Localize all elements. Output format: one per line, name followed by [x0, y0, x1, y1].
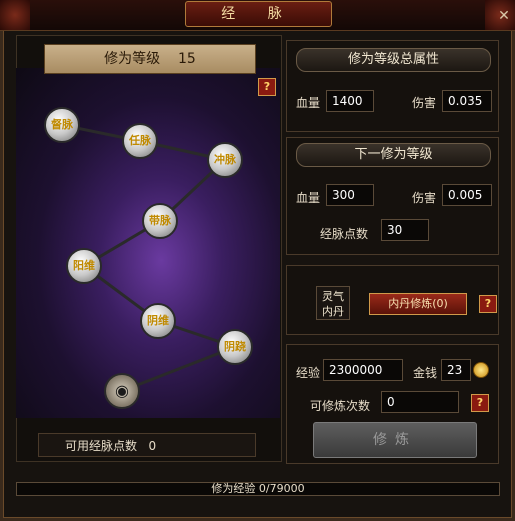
next-hp-label: 血量: [296, 191, 321, 205]
available-points-value: 0: [148, 439, 157, 453]
total-hp-label: 血量: [296, 96, 321, 110]
exp-cost-value: 2300000: [323, 359, 403, 381]
neidan-cultivate-button[interactable]: 内丹修炼(0): [369, 293, 467, 315]
available-points-label: 可用经脉点数: [65, 439, 138, 453]
locked-node-icon[interactable]: ◉: [104, 373, 140, 409]
times-value: 0: [381, 391, 459, 413]
total-dmg-label: 伤害: [412, 96, 437, 110]
cultivate-button[interactable]: 修炼: [313, 422, 477, 458]
total-hp-value: 1400: [326, 90, 374, 112]
available-points-bar: 可用经脉点数 0: [38, 433, 256, 457]
node-yinqiao[interactable]: 阴跷: [217, 329, 253, 365]
exp-cost-label: 经验: [296, 366, 321, 380]
next-points-label: 经脉点数: [320, 227, 369, 241]
coin-icon: [473, 362, 489, 378]
next-points-value: 30: [381, 219, 429, 241]
gold-cost-label: 金钱: [413, 366, 438, 380]
times-label: 可修炼次数: [310, 399, 371, 413]
total-attr-title: 修为等级总属性: [296, 48, 491, 72]
help-icon[interactable]: ?: [479, 295, 497, 313]
node-renmai[interactable]: 任脉: [122, 123, 158, 159]
next-hp-value: 300: [326, 184, 374, 206]
next-level-title: 下一修为等级: [296, 143, 491, 167]
node-daimai[interactable]: 带脉: [142, 203, 178, 239]
node-dumai[interactable]: 督脉: [44, 107, 80, 143]
total-dmg-value: 0.035: [442, 90, 492, 112]
exp-progress-text: 修为经验 0/79000: [211, 482, 305, 495]
node-yangwei[interactable]: 阳维: [66, 248, 102, 284]
spirit-core-label: 灵气内丹: [316, 286, 350, 320]
next-dmg-label: 伤害: [412, 191, 437, 205]
next-dmg-value: 0.005: [442, 184, 492, 206]
help-icon[interactable]: ?: [471, 394, 489, 412]
gold-cost-value: 23: [441, 359, 471, 381]
node-yinwei[interactable]: 阴维: [140, 303, 176, 339]
node-chongmai[interactable]: 冲脉: [207, 142, 243, 178]
